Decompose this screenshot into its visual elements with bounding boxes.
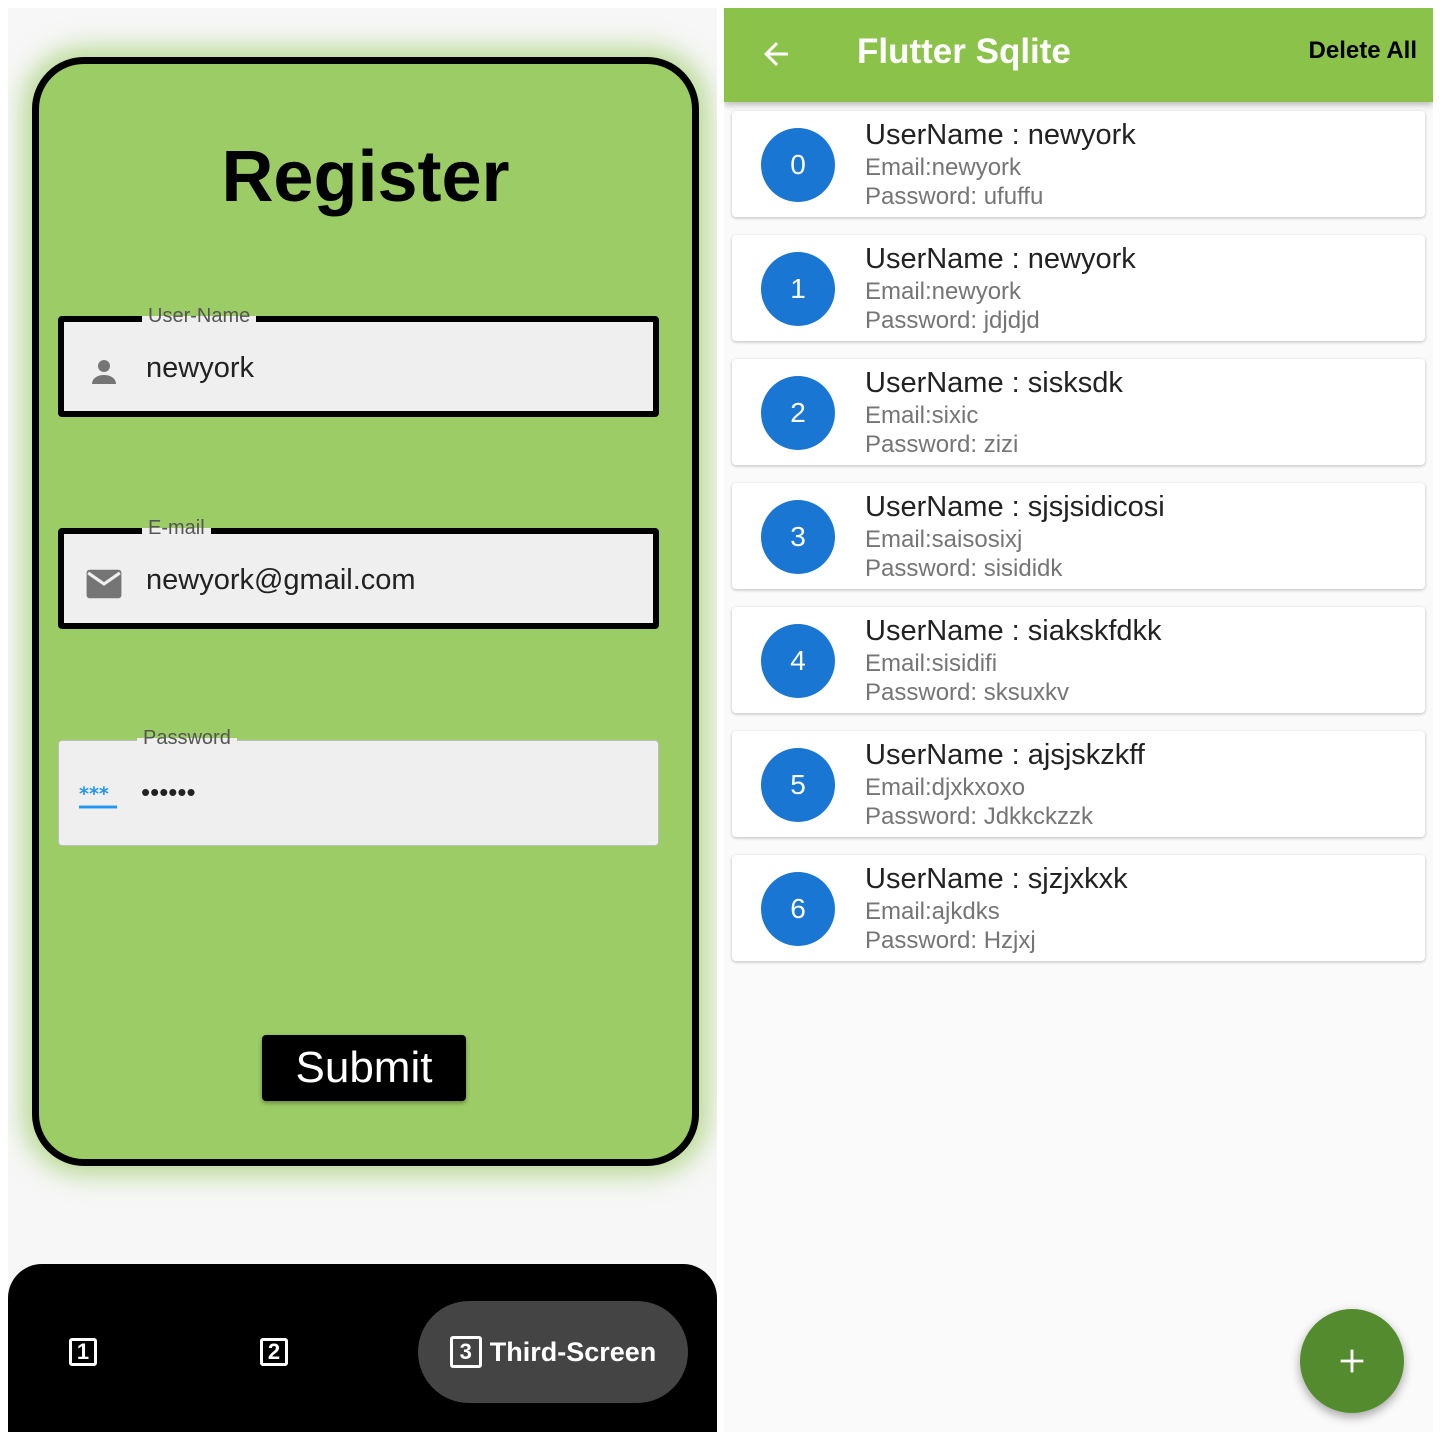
- app-title: Flutter Sqlite: [857, 32, 1071, 71]
- app-bar: Flutter Sqlite Delete All: [724, 8, 1433, 102]
- user-email: Email:djxkxoxo: [865, 774, 1026, 801]
- user-password: Password: Hzjxj: [865, 927, 1036, 954]
- user-password: Password: sksuxkv: [865, 679, 1070, 706]
- user-email: Email:newyork: [865, 278, 1022, 305]
- email-label: E-mail: [142, 517, 211, 539]
- username-field[interactable]: User-Name newyork: [58, 305, 659, 417]
- sqlite-list-screen: Flutter Sqlite Delete All 0 UserName : n…: [724, 8, 1433, 1432]
- user-password: Password: ufuffu: [865, 183, 1044, 210]
- delete-all-button[interactable]: Delete All: [1309, 37, 1417, 65]
- nav-item-3-active[interactable]: 3 Third-Screen: [418, 1301, 688, 1403]
- user-name: UserName : ajsjskzkff: [865, 739, 1145, 771]
- username-value: newyork: [146, 352, 254, 384]
- add-icon: [1340, 1349, 1364, 1373]
- password-icon: ***: [79, 777, 119, 817]
- arrow-back-icon: [764, 42, 788, 66]
- user-avatar: 3: [761, 500, 835, 574]
- user-card[interactable]: 4 UserName : siakskfdkk Email:sisidifi P…: [732, 607, 1425, 713]
- password-value: ••••••: [141, 777, 196, 807]
- password-label: Password: [137, 727, 237, 749]
- email-icon: [84, 564, 124, 604]
- password-field[interactable]: Password *** ••••••: [58, 727, 659, 846]
- user-name: UserName : newyork: [865, 119, 1136, 151]
- user-card[interactable]: 5 UserName : ajsjskzkff Email:djxkxoxo P…: [732, 731, 1425, 837]
- user-name: UserName : sjsjsidicosi: [865, 491, 1165, 523]
- user-card[interactable]: 1 UserName : newyork Email:newyork Passw…: [732, 235, 1425, 341]
- username-label: User-Name: [142, 305, 257, 327]
- user-email: Email:saisosixj: [865, 526, 1023, 553]
- register-card: Register User-Name newyork E-mail newyor…: [32, 57, 699, 1166]
- user-card[interactable]: 3 UserName : sjsjsidicosi Email:saisosix…: [732, 483, 1425, 589]
- user-password: Password: jdjdjd: [865, 307, 1040, 334]
- nav-item-1[interactable]: 1: [69, 1338, 97, 1366]
- user-email: Email:newyork: [865, 154, 1022, 181]
- bottom-nav: 1 2 3 Third-Screen: [8, 1264, 717, 1432]
- user-name: UserName : siakskfdkk: [865, 615, 1162, 647]
- user-password: Password: Jdkkckzzk: [865, 803, 1094, 830]
- user-card[interactable]: 6 UserName : sjzjxkxk Email:ajkdks Passw…: [732, 855, 1425, 961]
- nav-item-3-label: Third-Screen: [489, 1336, 657, 1367]
- user-avatar: 4: [761, 624, 835, 698]
- svg-text:***: ***: [79, 783, 109, 805]
- looks-three-icon: 3: [449, 1336, 482, 1368]
- user-list: 0 UserName : newyork Email:newyork Passw…: [732, 111, 1425, 979]
- user-card[interactable]: 2 UserName : sisksdk Email:sixic Passwor…: [732, 359, 1425, 465]
- user-avatar: 5: [761, 748, 835, 822]
- user-name: UserName : sjzjxkxk: [865, 863, 1128, 895]
- user-email: Email:sisidifi: [865, 650, 998, 677]
- nav-item-2[interactable]: 2: [260, 1338, 288, 1366]
- user-card[interactable]: 0 UserName : newyork Email:newyork Passw…: [732, 111, 1425, 217]
- user-avatar: 0: [761, 128, 835, 202]
- back-button[interactable]: [752, 30, 800, 78]
- user-name: UserName : newyork: [865, 243, 1136, 275]
- user-email: Email:ajkdks: [865, 898, 1000, 925]
- add-user-button[interactable]: [1300, 1309, 1404, 1413]
- user-avatar: 6: [761, 872, 835, 946]
- user-avatar: 1: [761, 252, 835, 326]
- user-name: UserName : sisksdk: [865, 367, 1123, 399]
- email-value: newyork@gmail.com: [146, 564, 416, 596]
- looks-two-icon: 2: [260, 1338, 288, 1366]
- user-password: Password: zizi: [865, 431, 1019, 458]
- user-password: Password: sisididk: [865, 555, 1063, 582]
- email-field[interactable]: E-mail newyork@gmail.com: [58, 517, 659, 629]
- register-screen: Register User-Name newyork E-mail newyor…: [8, 8, 717, 1432]
- user-avatar: 2: [761, 376, 835, 450]
- looks-one-icon: 1: [69, 1338, 97, 1366]
- person-icon: [84, 352, 124, 392]
- submit-button[interactable]: Submit: [262, 1035, 466, 1101]
- user-email: Email:sixic: [865, 402, 979, 429]
- register-title: Register: [221, 137, 510, 217]
